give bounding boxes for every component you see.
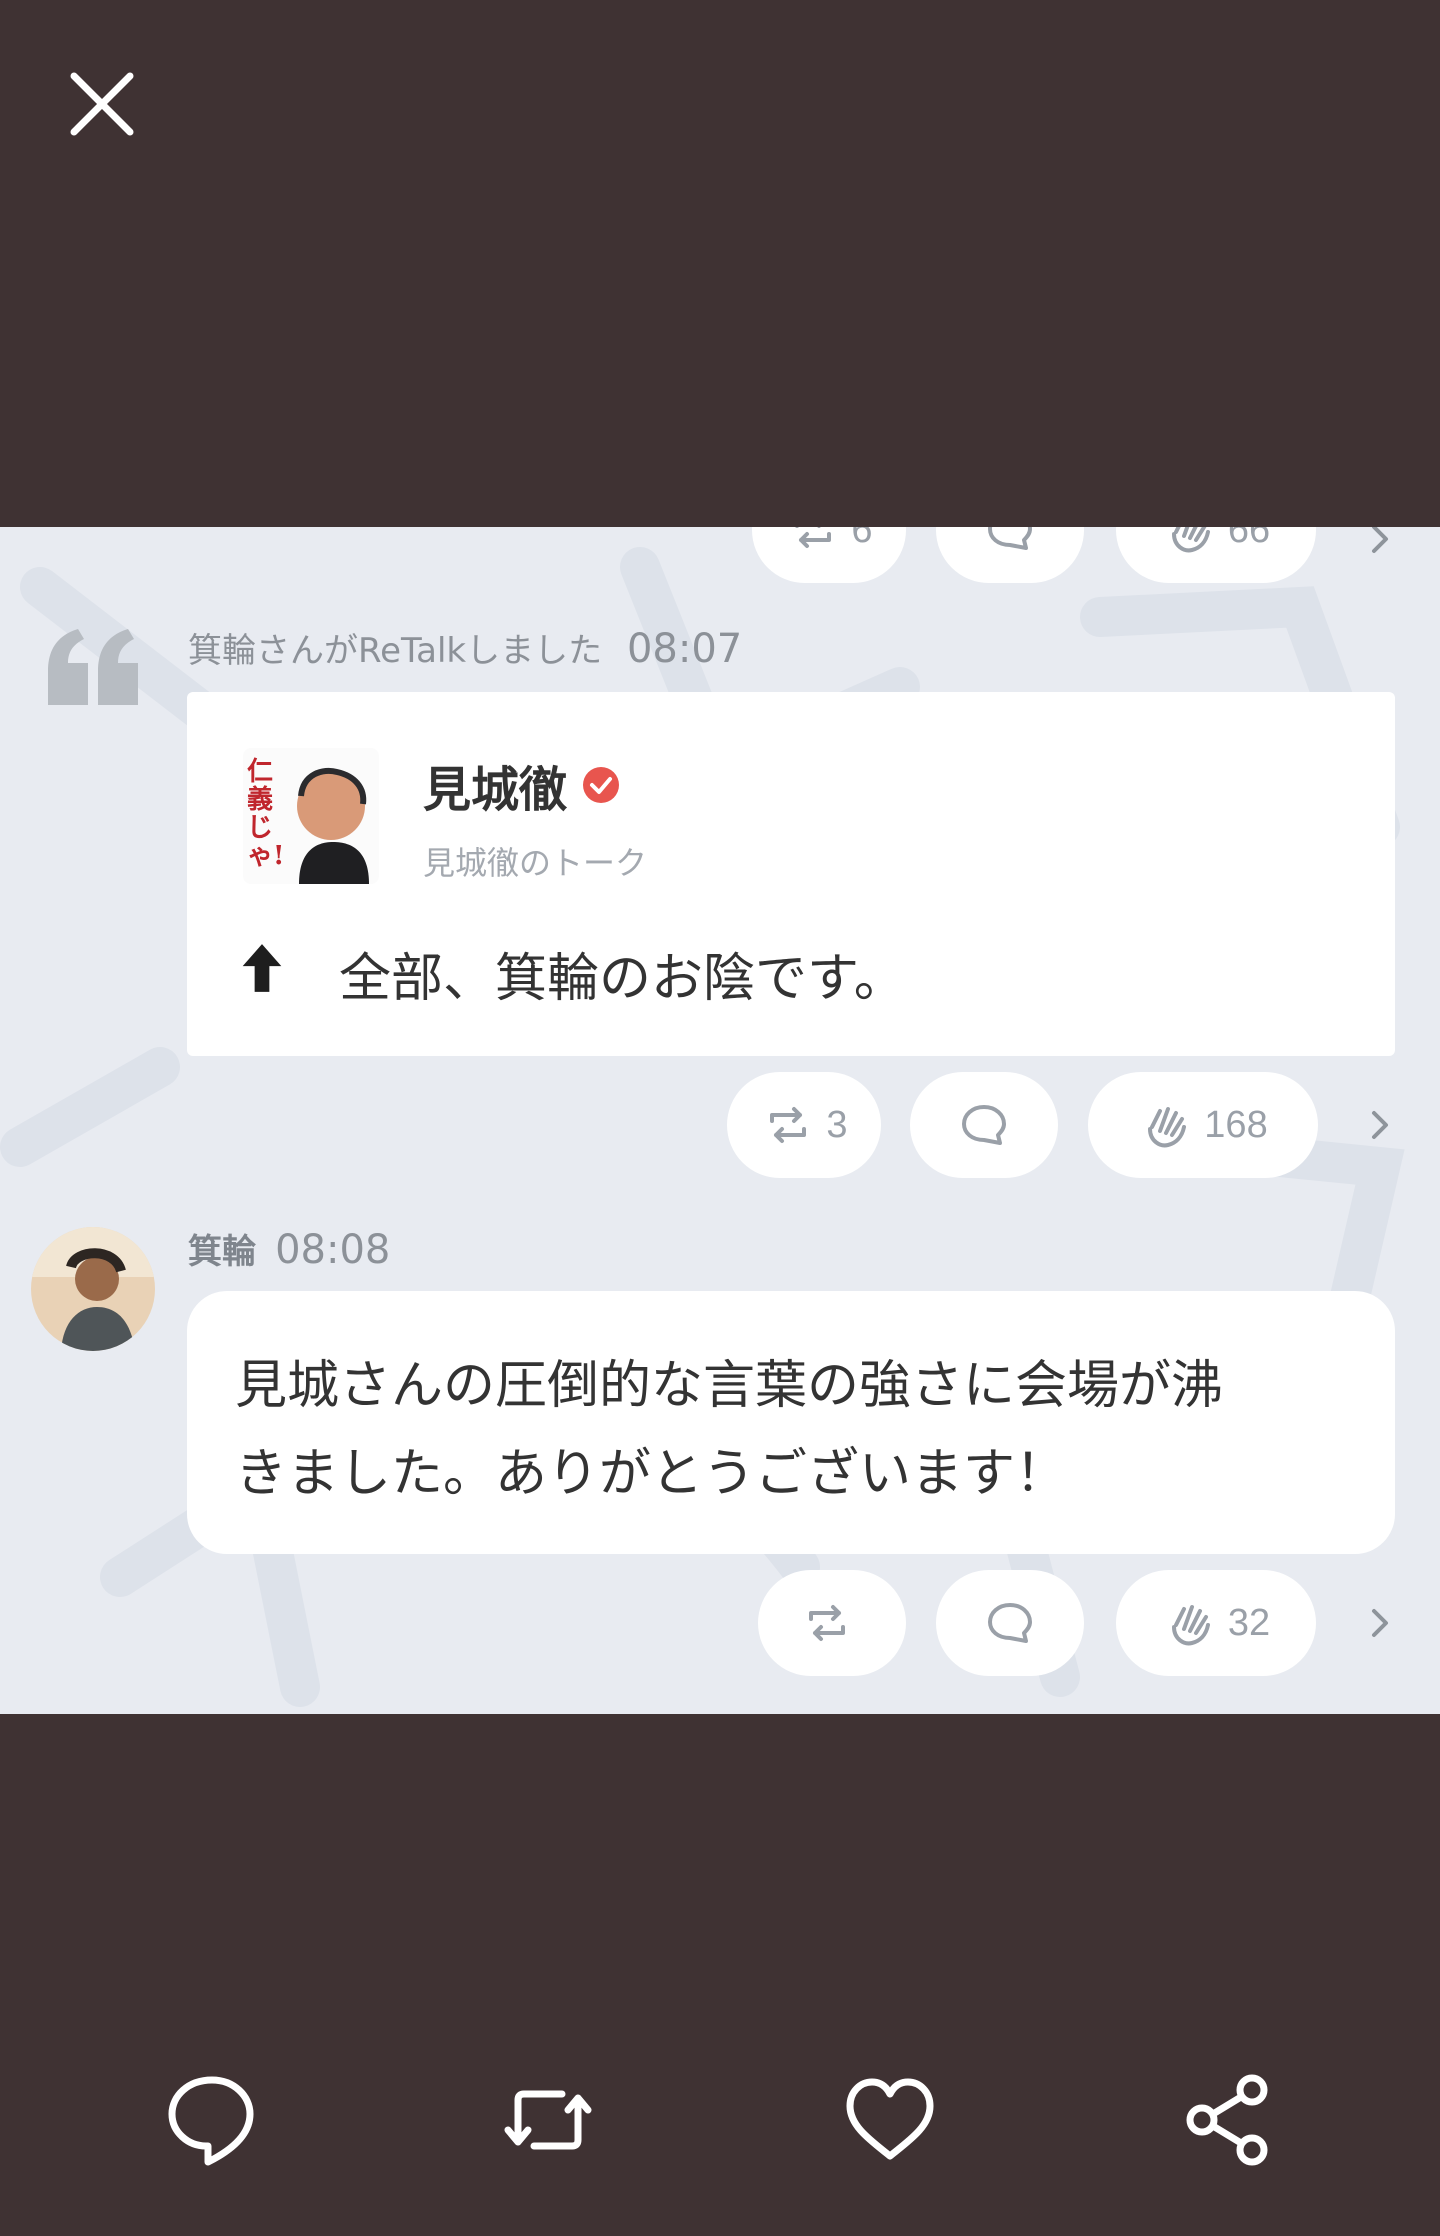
clap-icon	[1148, 1107, 1187, 1148]
clap-button-message[interactable]: 32	[1116, 1570, 1316, 1676]
retweet-button[interactable]	[498, 2070, 598, 2170]
bottom-action-bar	[0, 2070, 1440, 2190]
close-button[interactable]	[60, 62, 144, 146]
author-subtitle: 見城徹のトーク	[423, 844, 648, 882]
clap-button-card[interactable]: 168	[1088, 1072, 1318, 1178]
quote-mark-icon	[48, 629, 138, 705]
like-button[interactable]	[840, 2070, 940, 2170]
like-icon	[846, 2078, 934, 2160]
quoted-message: 全部、箕輪のお陰です。	[339, 949, 906, 1009]
message-bubble[interactable]: 見城さんの圧倒的な言葉の強さに会場が沸 きました。ありがとうございます！	[187, 1291, 1395, 1554]
comment-icon	[988, 527, 1032, 550]
retalk-notice: 箕輪さんがReTalkしました 08:07	[188, 623, 742, 672]
author-avatar[interactable]: 仁義じゃ!	[243, 748, 379, 884]
clap-count: 168	[1204, 1103, 1268, 1146]
retalk-count: 3	[826, 1103, 848, 1146]
verified-check-icon	[583, 767, 620, 803]
retalk-button-card[interactable]: 3	[727, 1072, 881, 1178]
sender-avatar-image	[31, 1227, 155, 1351]
attached-screenshot: 6 66 箕輪さんがReTalkしました 08:07 仁義じゃ! 見城徹 見城徹…	[0, 527, 1440, 1714]
comment-button-card[interactable]	[910, 1072, 1058, 1178]
chevron-right-icon[interactable]	[1360, 527, 1400, 559]
clap-icon	[1171, 1605, 1210, 1646]
clap-count: 66	[1227, 527, 1271, 551]
share-button[interactable]	[1180, 2070, 1280, 2170]
chevron-right-icon[interactable]	[1360, 1603, 1400, 1643]
author-name[interactable]: 見城徹	[423, 750, 567, 820]
sender-avatar[interactable]	[31, 1227, 155, 1351]
close-icon	[70, 72, 134, 136]
clap-icon	[1171, 527, 1210, 553]
retalk-icon	[809, 1605, 845, 1641]
retweet-icon	[504, 2090, 592, 2150]
retalk-notice-time: 08:07	[626, 626, 743, 672]
avatar-calligraphy: 仁義じゃ!	[247, 757, 285, 871]
retalk-button-message[interactable]	[758, 1570, 906, 1676]
clap-count: 32	[1227, 1601, 1271, 1644]
message-meta: 箕輪 08:08	[188, 1224, 390, 1273]
message-time: 08:08	[275, 1227, 391, 1273]
reply-icon	[168, 2076, 254, 2166]
comment-button-message[interactable]	[936, 1570, 1084, 1676]
retalk-icon	[770, 1107, 807, 1143]
share-icon	[1186, 2074, 1268, 2166]
author-row: 見城徹	[423, 750, 621, 820]
retalk-notice-text: 箕輪さんがReTalkしました	[188, 631, 603, 671]
quoted-talk-card[interactable]: 仁義じゃ! 見城徹 見城徹のトーク 全部、箕輪のお陰です。	[187, 692, 1395, 1056]
sender-name[interactable]: 箕輪	[188, 1232, 256, 1272]
chevron-right-icon[interactable]	[1360, 1105, 1400, 1145]
message-line-2: きました。ありがとうございます！	[235, 1444, 1068, 1504]
arrow-up-icon	[242, 944, 282, 992]
comment-icon	[962, 1105, 1006, 1145]
reply-button[interactable]	[162, 2070, 262, 2170]
clap-button-top[interactable]: 66	[1116, 527, 1316, 583]
message-line-1: 見城さんの圧倒的な言葉の強さに会場が沸	[235, 1356, 1224, 1416]
comment-icon	[988, 1603, 1032, 1643]
retalk-count: 6	[851, 527, 873, 551]
retalk-icon	[795, 527, 832, 548]
